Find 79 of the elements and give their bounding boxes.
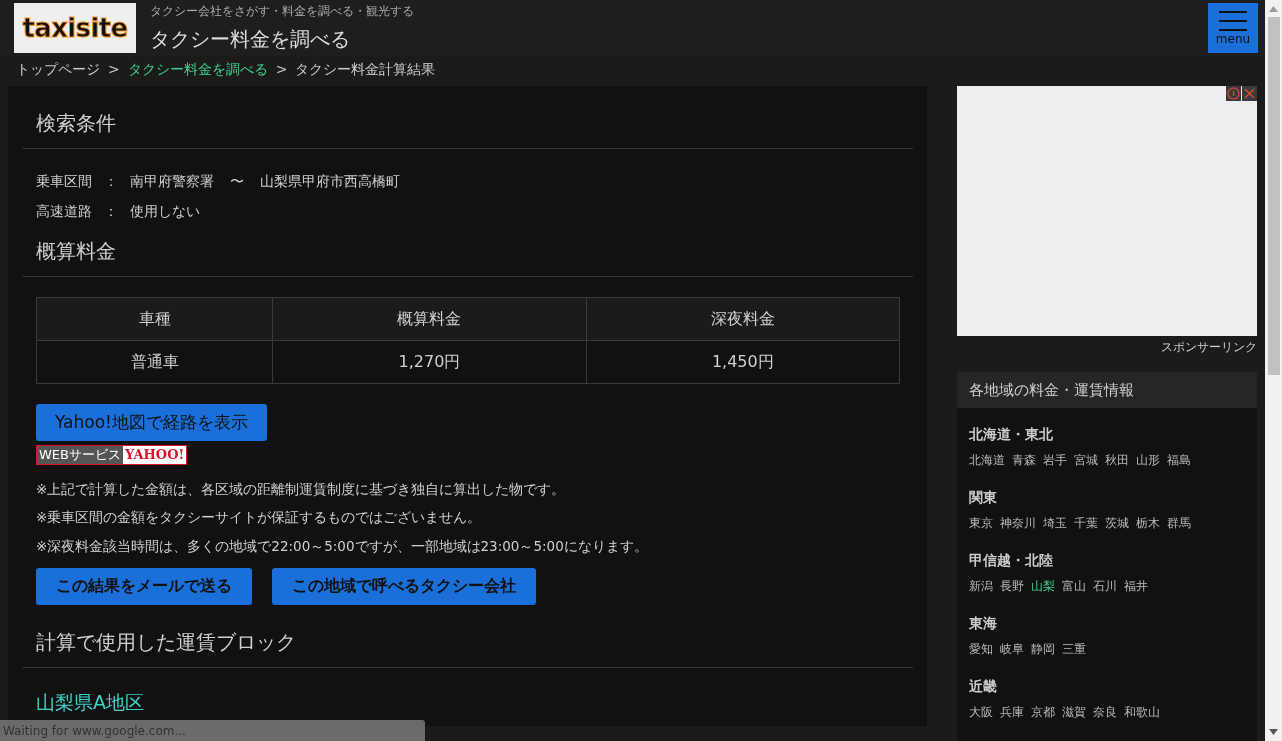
page-title: タクシー料金を調べる bbox=[150, 26, 351, 54]
prefecture-link[interactable]: 愛知 bbox=[969, 640, 994, 658]
site-logo[interactable]: taxisite bbox=[14, 3, 136, 54]
sponsor-caption: スポンサーリンク bbox=[1161, 339, 1257, 356]
prefecture-link[interactable]: 茨城 bbox=[1105, 514, 1130, 532]
area-heading[interactable]: 山梨県A地区 bbox=[22, 687, 914, 717]
prefecture-link[interactable]: 石川 bbox=[1093, 577, 1118, 595]
prefecture-link[interactable]: 福井 bbox=[1124, 577, 1149, 595]
column-header: 車種 bbox=[36, 297, 273, 341]
condition-connector: 〜 bbox=[230, 172, 244, 191]
note-text: ※上記で計算した金額は、各区域の距離制運賃制度に基づき独自に算出した物です。 bbox=[36, 480, 567, 499]
prefecture-link[interactable]: 北海道 bbox=[969, 451, 1006, 469]
condition-label: 乗車区間 bbox=[36, 172, 92, 191]
breadcrumb-item: トップページ bbox=[16, 60, 100, 80]
region-group-title: 東海 bbox=[969, 614, 999, 633]
table-cell: 1,450円 bbox=[586, 340, 900, 384]
prefecture-link[interactable]: 岐阜 bbox=[1000, 640, 1025, 658]
prefecture-link[interactable]: 新潟 bbox=[969, 577, 994, 595]
breadcrumb-link[interactable]: タクシー料金を調べる bbox=[127, 59, 268, 81]
section-heading: 計算で使用した運賃ブロック bbox=[22, 626, 914, 668]
scrollbar[interactable] bbox=[1265, 0, 1282, 741]
prefecture-link[interactable]: 和歌山 bbox=[1124, 703, 1161, 721]
condition-value: 南甲府警察署 bbox=[130, 172, 214, 191]
region-group-title: 近畿 bbox=[969, 677, 999, 696]
prefecture-link[interactable]: 宮城 bbox=[1074, 451, 1099, 469]
prefecture-link[interactable]: 兵庫 bbox=[1000, 703, 1025, 721]
prefecture-link[interactable]: 千葉 bbox=[1074, 514, 1099, 532]
condition-value: 山梨県甲府市西高橋町 bbox=[260, 172, 400, 191]
prefecture-link[interactable]: 奈良 bbox=[1093, 703, 1118, 721]
breadcrumb-item: タクシー料金計算結果 bbox=[295, 60, 436, 80]
action-button[interactable]: この結果をメールで送る bbox=[36, 567, 252, 605]
prefecture-link[interactable]: 大阪 bbox=[969, 703, 994, 721]
map-route-button[interactable]: Yahoo!地図で経路を表示 bbox=[36, 404, 267, 441]
sidebar-title: 各地域の料金・運賃情報 bbox=[969, 379, 1135, 401]
colon: ： bbox=[104, 202, 118, 221]
prefecture-link[interactable]: 滋賀 bbox=[1062, 703, 1087, 721]
prefecture-link[interactable]: 三重 bbox=[1062, 640, 1087, 658]
prefecture-link[interactable]: 埼玉 bbox=[1043, 514, 1068, 532]
status-bar: Waiting for www.google.com... bbox=[0, 720, 425, 741]
yahoo-badge[interactable]: WEBサービス YAHOO! bbox=[36, 445, 188, 465]
prefecture-link[interactable]: 富山 bbox=[1062, 577, 1087, 595]
section-heading: 概算料金 bbox=[22, 236, 914, 277]
section-heading: 検索条件 bbox=[22, 108, 914, 149]
scroll-down-icon[interactable] bbox=[1269, 729, 1278, 735]
prefecture-link[interactable]: 青森 bbox=[1012, 451, 1037, 469]
menu-icon bbox=[1219, 10, 1247, 33]
prefecture-link[interactable]: 群馬 bbox=[1167, 514, 1192, 532]
scroll-up-icon[interactable] bbox=[1269, 6, 1278, 12]
scrollbar-thumb[interactable] bbox=[1267, 17, 1280, 375]
region-group-title: 関東 bbox=[969, 488, 999, 507]
prefecture-link[interactable]: 秋田 bbox=[1105, 451, 1130, 469]
prefecture-link[interactable]: 神奈川 bbox=[1000, 514, 1037, 532]
prefecture-link[interactable]: 東京 bbox=[969, 514, 994, 532]
prefecture-link[interactable]: 静岡 bbox=[1031, 640, 1056, 658]
prefecture-link[interactable]: 山形 bbox=[1136, 451, 1161, 469]
table-cell: 1,270円 bbox=[272, 340, 587, 384]
prefecture-link[interactable]: 福島 bbox=[1167, 451, 1192, 469]
condition-label: 高速道路 bbox=[36, 202, 92, 221]
action-button[interactable]: この地域で呼べるタクシー会社 bbox=[272, 567, 536, 605]
prefecture-link[interactable]: 栃木 bbox=[1136, 514, 1161, 532]
prefecture-link[interactable]: 岩手 bbox=[1043, 451, 1068, 469]
note-text: ※深夜料金該当時間は、多くの地域で22:00～5:00ですが、一部地域は23:00～5:00になります。 bbox=[36, 536, 649, 556]
info-icon[interactable] bbox=[1226, 86, 1241, 101]
prefecture-link[interactable]: 京都 bbox=[1031, 703, 1056, 721]
condition-value: 使用しない bbox=[130, 202, 200, 221]
column-header: 深夜料金 bbox=[586, 297, 900, 341]
region-group-title: 甲信越・北陸 bbox=[969, 551, 1055, 570]
prefecture-link[interactable]: 山梨 bbox=[1031, 577, 1056, 595]
prefecture-link[interactable]: 長野 bbox=[1000, 577, 1025, 595]
column-header: 概算料金 bbox=[272, 297, 587, 341]
region-group-title: 北海道・東北 bbox=[969, 425, 1055, 444]
table-cell: 普通車 bbox=[36, 340, 273, 384]
breadcrumb-separator: > bbox=[108, 60, 120, 80]
menu-button[interactable]: menu bbox=[1208, 3, 1258, 54]
close-icon[interactable] bbox=[1242, 86, 1257, 101]
breadcrumb-separator: > bbox=[275, 60, 288, 80]
site-tagline: タクシー会社をさがす・料金を調べる・観光する bbox=[150, 3, 414, 21]
colon: ： bbox=[104, 172, 118, 191]
note-text: ※乗車区間の金額をタクシーサイトが保証するものではございません。 bbox=[36, 508, 483, 528]
